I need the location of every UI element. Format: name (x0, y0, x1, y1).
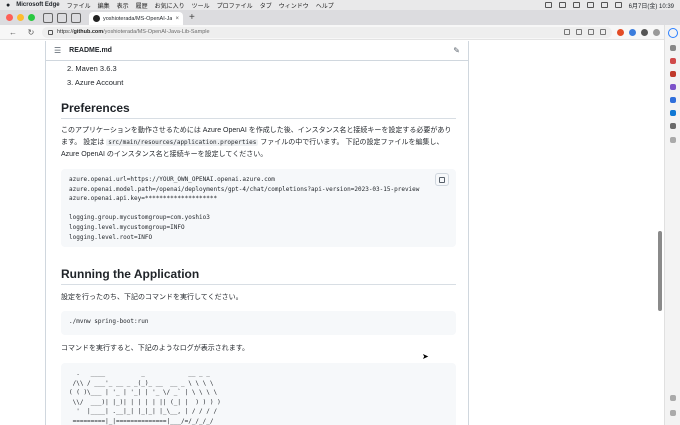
readme-header: ☰ README.md ✎ (46, 41, 468, 61)
url-host: github.com (73, 29, 104, 35)
app-name[interactable]: Microsoft Edge (16, 2, 59, 8)
run-code-block[interactable]: ./mvnw spring-boot:run (61, 311, 456, 335)
tab-github-readme[interactable]: yoshioterada/MS-OpenAI-Java- × (89, 12, 183, 25)
lock-icon[interactable] (48, 29, 53, 35)
copilot-icon[interactable] (668, 28, 678, 38)
new-tab-button[interactable]: + (189, 12, 195, 23)
profile-icon[interactable] (43, 12, 53, 23)
add-icon[interactable] (670, 137, 676, 143)
config-code-block[interactable]: azure.openai.url=https://YOUR_OWN_OPENAI… (61, 169, 456, 247)
clock[interactable]: 6月7日(金) 10:39 (629, 1, 674, 10)
tab-actions-icon[interactable] (71, 12, 81, 23)
reload-icon[interactable]: ↻ (26, 28, 36, 37)
address-bar[interactable]: https:// github.com /yoshioterada/MS-Ope… (42, 26, 612, 38)
battery-icon[interactable] (572, 2, 580, 8)
shopping-icon[interactable] (670, 58, 676, 64)
menu-item-favorites[interactable]: お気に入り (155, 1, 185, 10)
file-name: README.md (69, 47, 112, 54)
search-icon[interactable] (600, 2, 608, 8)
heading-running: Running the Application (61, 267, 456, 285)
address-bar-tools (564, 29, 606, 35)
office-icon[interactable] (670, 97, 676, 103)
minimize-window-button[interactable] (17, 14, 24, 21)
edge-sidebar (664, 25, 680, 425)
extension-icon[interactable] (641, 28, 648, 36)
menu-item-view[interactable]: 表示 (117, 1, 129, 10)
list-item: 2. Maven 3.6.3 (67, 64, 117, 73)
zoom-window-button[interactable] (28, 14, 35, 21)
workspaces-icon[interactable] (57, 12, 67, 23)
edit-pencil-icon[interactable]: ✎ (453, 46, 460, 55)
github-page: ☰ README.md ✎ 2. Maven 3.6.3 3. Azure Ac… (0, 41, 664, 425)
tab-title: yoshioterada/MS-OpenAI-Java- (103, 15, 173, 22)
search-icon[interactable] (670, 45, 676, 51)
favorite-star-icon[interactable] (600, 29, 606, 35)
menu-item-profile[interactable]: プロファイル (217, 1, 253, 10)
sidebar-settings-icon[interactable] (670, 410, 676, 416)
running-paragraph: 設定を行ったのち、下記のコマンドを実行してください。 (61, 294, 243, 301)
mouse-cursor: ➤ (422, 352, 429, 361)
macos-menubar: ● Microsoft Edge ファイル 編集 表示 履歴 お気に入り ツール… (0, 0, 680, 10)
menu-item-help[interactable]: ヘルプ (316, 1, 334, 10)
address-toolbar: ← ↻ https:// github.com /yoshioterada/MS… (0, 25, 680, 40)
menu-item-edit[interactable]: 編集 (98, 1, 110, 10)
window-controls (6, 14, 35, 21)
menu-item-tab[interactable]: タブ (260, 1, 272, 10)
app-available-icon[interactable] (564, 29, 570, 35)
outline-list-icon[interactable]: ☰ (54, 46, 61, 55)
tools-icon[interactable] (670, 71, 676, 77)
list-item: 3. Azure Account (67, 78, 124, 87)
right-border (468, 41, 469, 425)
status-icon[interactable] (558, 2, 566, 8)
url-path: /yoshioterada/MS-OpenAI-Java-Lib-Sample (103, 29, 210, 35)
drop-icon[interactable] (670, 123, 676, 129)
close-window-button[interactable] (6, 14, 13, 21)
close-tab-icon[interactable]: × (175, 16, 179, 22)
status-icon[interactable] (544, 2, 552, 8)
github-icon (93, 15, 100, 22)
menu-item-window[interactable]: ウィンドウ (279, 1, 309, 10)
translate-icon[interactable] (588, 29, 594, 35)
apple-icon[interactable]: ● (6, 2, 10, 9)
wifi-icon[interactable] (586, 2, 594, 8)
games-icon[interactable] (670, 84, 676, 90)
heading-preferences: Preferences (61, 101, 456, 119)
menubar-status-area: 6月7日(金) 10:39 (544, 1, 674, 10)
read-aloud-icon[interactable] (576, 29, 582, 35)
menu-item-history[interactable]: 履歴 (136, 1, 148, 10)
extension-icon[interactable] (617, 28, 624, 36)
menu-item-tools[interactable]: ツール (192, 1, 210, 10)
control-center-icon[interactable] (614, 2, 622, 8)
menu-item-file[interactable]: ファイル (67, 1, 91, 10)
log-paragraph: コマンドを実行すると、下記のようなログが表示されます。 (61, 345, 250, 352)
extension-icon[interactable] (629, 28, 636, 36)
collections-icon[interactable] (653, 28, 660, 36)
tab-strip: yoshioterada/MS-OpenAI-Java- × + (0, 10, 680, 25)
back-icon[interactable]: ← (8, 28, 18, 37)
copy-button[interactable] (435, 173, 449, 186)
outlook-icon[interactable] (670, 110, 676, 116)
copy-icon (439, 176, 445, 183)
scrollbar-thumb[interactable] (658, 231, 662, 311)
inline-code-path: src/main/resources/application.propertie… (106, 139, 259, 146)
log-code-block[interactable]: . ____ _ __ _ _ /\\ / ___'_ __ _ _(_)_ _… (61, 363, 456, 425)
sidebar-layout-icon[interactable] (670, 395, 676, 401)
left-gutter (0, 41, 46, 425)
preferences-paragraph: このアプリケーションを動作させるためには Azure OpenAI を作成した後… (61, 125, 456, 161)
url-prefix: https:// (57, 29, 74, 35)
